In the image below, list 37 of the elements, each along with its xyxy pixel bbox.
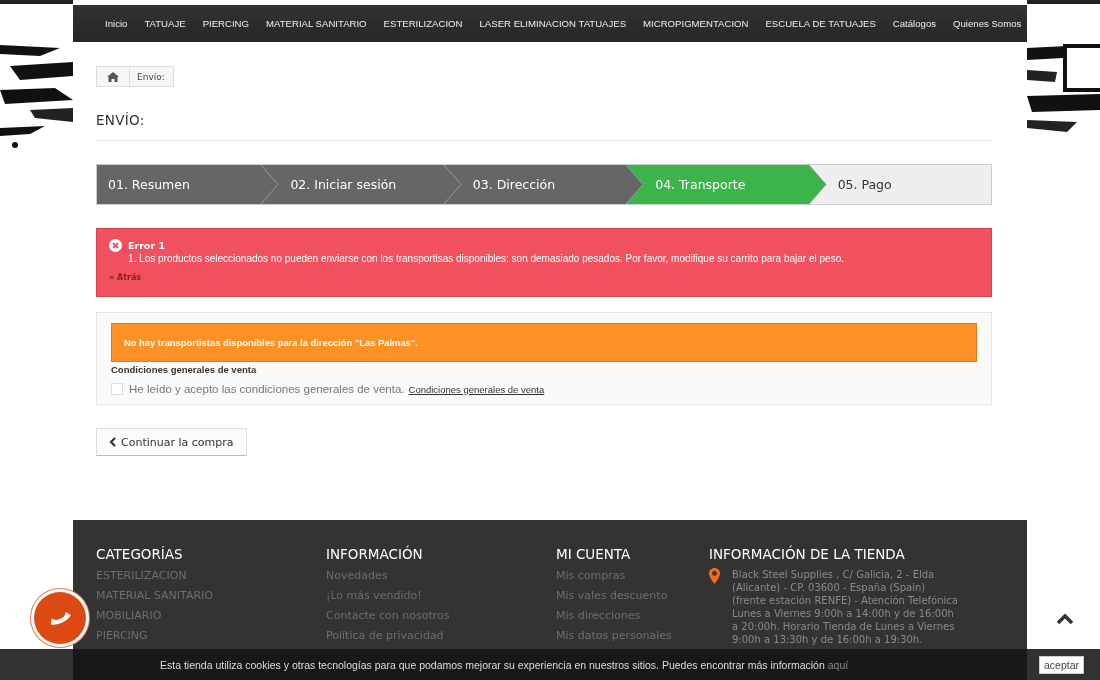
cookie-notice: Esta tienda utiliza cookies y otras tecnologías para que podamos mejorar su experiencia en nuestros sitios. Puedes encontrar más información aquí xyxy=(160,658,850,671)
terms-link[interactable]: Condiciones generales de venta xyxy=(408,383,545,395)
map-pin-icon xyxy=(709,568,720,584)
error-message: 1. Los productos seleccionados no pueden enviarse con los transportisas disponibles: son demasiado pesados. Por favor, modifique su carrito para bajar el peso. xyxy=(127,253,845,264)
continue-button[interactable]: Continuar la compra xyxy=(96,428,247,456)
nav-link[interactable]: Inicio xyxy=(97,18,136,29)
nav-link[interactable]: PIERCING xyxy=(194,18,258,29)
checkout-step[interactable]: 01. Resumen xyxy=(97,165,262,204)
footer-heading: MI CUENTA xyxy=(556,546,632,562)
warning-alert: No hay transportistas disponibles para la dirección "Las Palmas". xyxy=(111,323,977,362)
call-button[interactable] xyxy=(34,592,86,644)
nav-link[interactable]: Catálogos xyxy=(884,18,945,29)
chevron-left-icon xyxy=(109,437,116,447)
nav-link[interactable]: MICROPIGMENTACION xyxy=(634,18,757,29)
nav-link[interactable]: Quienes Somos xyxy=(944,18,1030,29)
nav-link[interactable]: ESTERILIZACION xyxy=(375,18,471,29)
chevron-up-icon[interactable] xyxy=(1056,613,1074,625)
page-title: ENVÍO: xyxy=(96,112,992,141)
footer-heading: CATEGORÍAS xyxy=(96,546,184,562)
home-icon xyxy=(107,71,119,82)
phone-icon xyxy=(48,611,72,625)
nav-link[interactable]: ESCUELA DE TATUAJES xyxy=(756,18,885,29)
accept-button[interactable]: aceptar xyxy=(1038,655,1084,674)
footer-heading: INFORMACIÓN xyxy=(326,546,424,562)
breadcrumb-current: Envío: xyxy=(136,71,166,82)
terms-label: He leído y acepto las condiciones generales de venta. xyxy=(129,383,405,395)
error-title: Error 1 xyxy=(128,240,165,251)
nav-link[interactable]: MATERIAL SANITARIO xyxy=(257,18,376,29)
terms-heading: Condiciones generales de venta xyxy=(111,364,258,375)
store-address: Black Steel Supplies , C/ Galicia, 2 - Elda (Alicante) - CP. 03600 - España (Spain) (frente estación RENFE) - Atención Telefónica Lunes a Viernes 9:00h a 14:00h y de 16:00h a 20:00h. Horario Tienda de Lunes a Viernes 9:00h a 13:30h y de 16:00h a 19:30h. xyxy=(732,568,959,646)
footer-heading: INFORMACIÓN DE LA TIENDA xyxy=(709,546,906,562)
terms-checkbox[interactable] xyxy=(111,383,123,395)
checkout-step[interactable]: 02. Iniciar sesión xyxy=(279,165,444,204)
info-link[interactable]: aquí xyxy=(827,658,849,671)
nav-link[interactable]: TATUAJE xyxy=(135,18,195,29)
close-icon xyxy=(109,239,122,252)
nav-link[interactable]: LASER ELIMINACION TATUAJES xyxy=(471,18,635,29)
